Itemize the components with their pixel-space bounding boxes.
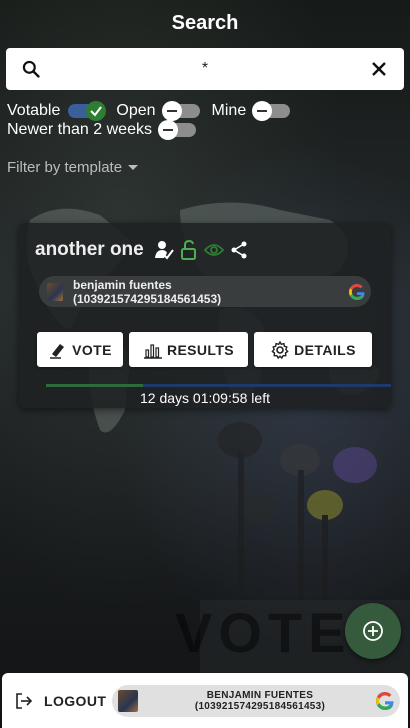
page-title: Search — [171, 12, 239, 34]
logout-icon — [14, 691, 34, 711]
search-icon[interactable] — [20, 58, 42, 80]
share-icon[interactable] — [228, 239, 250, 261]
user-id: (103921574295184561453) — [194, 701, 326, 712]
time-left: 12 days 01:09:58 left — [140, 390, 270, 406]
newer-filter[interactable]: Newer than 2 weeks — [7, 119, 196, 140]
add-poll-button[interactable] — [345, 603, 401, 659]
google-icon — [376, 692, 394, 710]
author-name: benjamin fuentes — [73, 277, 172, 292]
check-icon — [86, 100, 107, 121]
filter-toggles: Votable Open Mine Newer than 2 weeks — [7, 100, 302, 140]
eye-icon — [203, 239, 225, 261]
votable-toggle[interactable] — [68, 100, 107, 121]
mine-toggle[interactable] — [252, 100, 291, 121]
search-bar[interactable] — [6, 48, 404, 90]
results-button-label: RESULTS — [166, 341, 235, 358]
toggle-knob — [157, 119, 178, 140]
details-button[interactable]: DETAILS — [254, 332, 372, 367]
newer-label: Newer than 2 weeks — [7, 120, 152, 138]
vote-sign-background: VOTE — [175, 601, 352, 664]
unlock-icon — [178, 239, 200, 261]
toggle-knob — [161, 100, 182, 121]
time-progress-fill — [46, 384, 143, 387]
add-circle-icon — [363, 621, 383, 641]
poll-card: another one benjamin fuentes (1039215742… — [19, 223, 391, 408]
vote-button[interactable]: VOTE — [37, 332, 123, 367]
toggle-knob — [252, 100, 273, 121]
time-progress-bar — [46, 384, 391, 387]
avatar — [47, 282, 63, 301]
mine-filter[interactable]: Mine — [211, 100, 291, 121]
newer-toggle[interactable] — [157, 119, 196, 140]
results-button[interactable]: RESULTS — [129, 332, 248, 367]
google-icon — [349, 283, 365, 300]
vote-button-label: VOTE — [72, 341, 112, 358]
open-filter[interactable]: Open — [116, 100, 200, 121]
votable-label: Votable — [7, 101, 61, 119]
logout-label: LOGOUT — [44, 692, 107, 709]
gear-icon — [270, 340, 290, 360]
user-name: BENJAMIN FUENTES — [206, 690, 314, 701]
caret-down-icon — [128, 165, 139, 170]
details-button-label: DETAILS — [294, 341, 356, 358]
search-input[interactable] — [42, 60, 368, 78]
template-filter-dropdown[interactable]: Filter by template — [7, 159, 139, 176]
footer-bar: LOGOUT BENJAMIN FUENTES (103921574295184… — [2, 673, 408, 728]
author-chip: benjamin fuentes (103921574295184561453) — [39, 276, 371, 307]
close-icon[interactable] — [368, 58, 390, 80]
voter-check-icon — [153, 239, 175, 261]
template-filter-label: Filter by template — [7, 159, 123, 176]
user-chip: BENJAMIN FUENTES (103921574295184561453) — [112, 685, 400, 717]
poll-actions: VOTE RESULTS DETAILS — [37, 332, 378, 367]
bar-chart-icon — [143, 340, 163, 360]
open-label: Open — [116, 101, 156, 119]
author-id: (103921574295184561453) — [73, 291, 222, 306]
logout-button[interactable]: LOGOUT — [14, 691, 106, 711]
votable-filter[interactable]: Votable — [7, 100, 107, 121]
open-toggle[interactable] — [161, 100, 200, 121]
poll-title: another one — [35, 239, 144, 260]
mine-label: Mine — [211, 101, 247, 119]
ballot-icon — [48, 340, 68, 360]
avatar — [118, 690, 138, 712]
